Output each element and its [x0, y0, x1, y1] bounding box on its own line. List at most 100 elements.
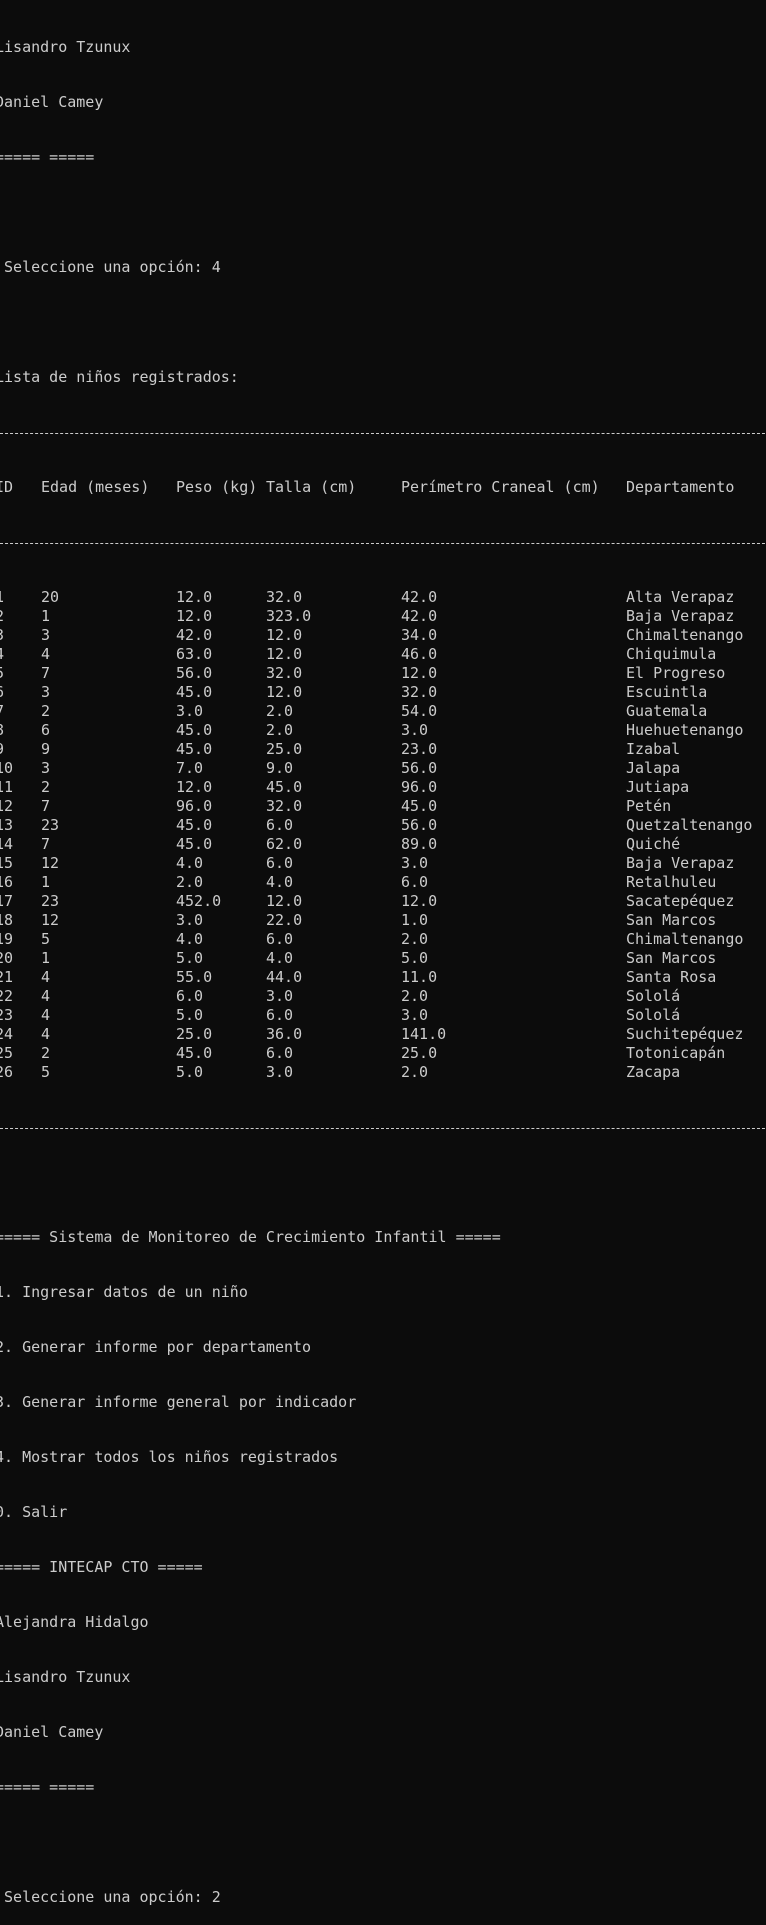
cell-head-circumference: 34.0	[401, 626, 438, 644]
cell-head-circumference: 56.0	[401, 816, 438, 834]
header-weight: Peso (kg)	[176, 478, 258, 496]
cell-weight: 3.0	[176, 702, 204, 720]
table-row: 8 6 45.0 2.0 3.0 Huehuetenango	[0, 721, 766, 740]
table-row: 23 4 5.0 6.0 3.0 Sololá	[0, 1006, 766, 1025]
table-row: 15 12 4.0 6.0 3.0 Baja Verapaz	[0, 854, 766, 873]
cell-weight: 63.0	[176, 645, 213, 663]
cell-age: 1	[41, 873, 51, 891]
table-row: 14 7 45.0 62.0 89.0 Quiché	[0, 835, 766, 854]
cell-age: 7	[41, 835, 51, 853]
cell-height: 12.0	[266, 626, 303, 644]
cell-department: Guatemala	[626, 702, 708, 720]
table-divider	[0, 533, 766, 552]
cell-weight: 12.0	[176, 778, 213, 796]
cell-weight: 45.0	[176, 1044, 213, 1062]
cell-head-circumference: 12.0	[401, 892, 438, 910]
cell-height: 3.0	[266, 987, 294, 1005]
table-divider	[0, 1118, 766, 1137]
cell-weight: 3.0	[176, 911, 204, 929]
cell-id: 10	[0, 759, 14, 777]
cell-department: Quiché	[626, 835, 681, 853]
cell-age: 4	[41, 968, 51, 986]
cell-head-circumference: 25.0	[401, 1044, 438, 1062]
cell-head-circumference: 42.0	[401, 588, 438, 606]
cell-height: 6.0	[266, 1006, 294, 1024]
cell-height: 12.0	[266, 892, 303, 910]
cell-age: 7	[41, 664, 51, 682]
cell-height: 12.0	[266, 645, 303, 663]
cell-age: 23	[41, 892, 60, 910]
menu-option: 4. Mostrar todos los niños registrados	[0, 1448, 339, 1466]
header-closing: ===== =====	[0, 148, 95, 166]
cell-id: 20	[0, 949, 14, 967]
author-line: Alejandra Hidalgo	[0, 1613, 149, 1631]
table-row: 26 5 5.0 3.0 2.0 Zacapa	[0, 1063, 766, 1082]
table-row: 22 4 6.0 3.0 2.0 Sololá	[0, 987, 766, 1006]
cell-height: 6.0	[266, 930, 294, 948]
table-row: 18 12 3.0 22.0 1.0 San Marcos	[0, 911, 766, 930]
cell-weight: 5.0	[176, 1006, 204, 1024]
cell-weight: 25.0	[176, 1025, 213, 1043]
cell-id: 3	[0, 626, 4, 645]
cell-head-circumference: 23.0	[401, 740, 438, 758]
cell-age: 4	[41, 1006, 51, 1024]
header-department: Departamento	[626, 478, 735, 496]
cell-head-circumference: 2.0	[401, 1063, 429, 1081]
org-header: ===== INTECAP CTO =====	[0, 1558, 203, 1576]
cell-age: 2	[41, 778, 51, 796]
cell-id: 23	[0, 1006, 14, 1024]
cell-age: 7	[41, 797, 51, 815]
table-row: 10 3 7.0 9.0 56.0 Jalapa	[0, 759, 766, 778]
cell-age: 12	[41, 854, 60, 872]
table-row: 24 4 25.0 36.0 141.0 Suchitepéquez	[0, 1025, 766, 1044]
table-row: 21 4 55.0 44.0 11.0 Santa Rosa	[0, 968, 766, 987]
cell-department: San Marcos	[626, 911, 717, 929]
cell-age: 5	[41, 1063, 51, 1081]
cell-weight: 45.0	[176, 721, 213, 739]
cell-weight: 45.0	[176, 816, 213, 834]
table-row: 12 7 96.0 32.0 45.0 Petén	[0, 797, 766, 816]
cell-department: Sololá	[626, 987, 681, 1005]
menu-option: 3. Generar informe general por indicador	[0, 1393, 357, 1411]
cell-department: Sololá	[626, 1006, 681, 1024]
menu-option: 0. Salir	[0, 1503, 68, 1521]
table-row: 3 3 42.0 12.0 34.0 Chimaltenango	[0, 626, 766, 645]
cell-weight: 42.0	[176, 626, 213, 644]
cell-weight: 45.0	[176, 835, 213, 853]
cell-department: Sacatepéquez	[626, 892, 735, 910]
table-row: 6 3 45.0 12.0 32.0 Escuintla	[0, 683, 766, 702]
cell-age: 3	[41, 683, 51, 701]
menu-title: ===== Sistema de Monitoreo de Crecimient…	[0, 1228, 501, 1246]
cell-department: Huehuetenango	[626, 721, 744, 739]
cell-weight: 6.0	[176, 987, 204, 1005]
cell-height: 22.0	[266, 911, 303, 929]
cell-height: 32.0	[266, 664, 303, 682]
table-row: 13 23 45.0 6.0 56.0 Quetzaltenango	[0, 816, 766, 835]
cell-department: Suchitepéquez	[626, 1025, 744, 1043]
cell-height: 12.0	[266, 683, 303, 701]
cell-department: Chimaltenango	[626, 626, 744, 644]
terminal-output[interactable]: Lisandro Tzunux Daniel Camey ===== =====…	[0, 2, 766, 1925]
option-prompt-input[interactable]: Seleccione una opción: 2	[0, 1888, 766, 1907]
cell-id: 17	[0, 892, 14, 910]
cell-department: Petén	[626, 797, 672, 815]
table-header-row: ID Edad (meses) Peso (kg) Talla (cm) Per…	[0, 478, 766, 497]
cell-id: 5	[0, 664, 4, 683]
cell-department: Quetzaltenango	[626, 816, 753, 834]
cell-id: 6	[0, 683, 4, 702]
cell-department: Zacapa	[626, 1063, 681, 1081]
table-row: 19 5 4.0 6.0 2.0 Chimaltenango	[0, 930, 766, 949]
cell-department: Totonicapán	[626, 1044, 726, 1062]
cell-height: 6.0	[266, 1044, 294, 1062]
cell-weight: 5.0	[176, 1063, 204, 1081]
cell-age: 20	[41, 588, 60, 606]
cell-department: Jalapa	[626, 759, 681, 777]
cell-height: 32.0	[266, 797, 303, 815]
cell-id: 14	[0, 835, 14, 853]
cell-id: 18	[0, 911, 14, 929]
cell-id: 24	[0, 1025, 14, 1043]
cell-id: 2	[0, 607, 4, 626]
cell-head-circumference: 12.0	[401, 664, 438, 682]
cell-department: Chimaltenango	[626, 930, 744, 948]
cell-age: 9	[41, 740, 51, 758]
